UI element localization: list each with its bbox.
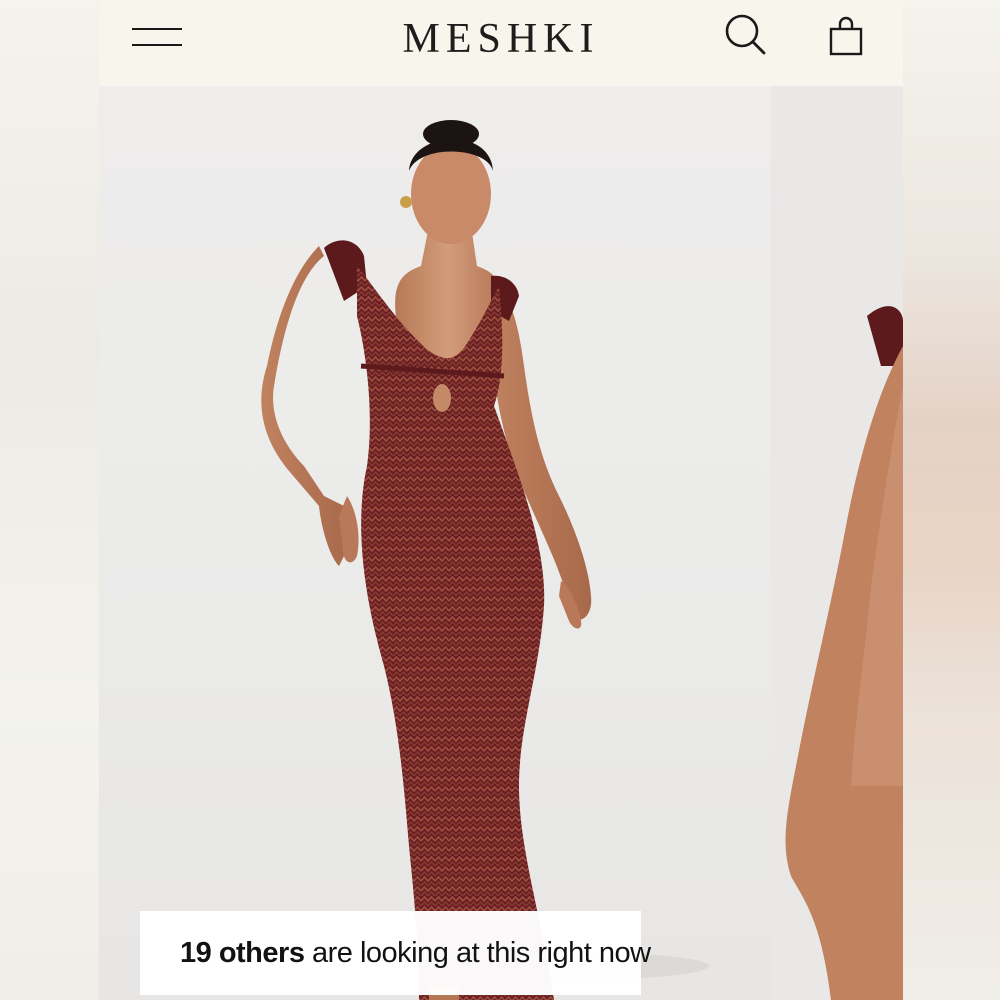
- product-image-gallery[interactable]: 19 others are looking at this right now: [99, 86, 903, 1000]
- viewer-count: 19 others: [180, 937, 305, 969]
- live-viewers-banner: 19 others are looking at this right now: [140, 911, 651, 995]
- blurred-left-backdrop: [0, 0, 99, 1000]
- search-icon: [725, 14, 766, 55]
- viewer-message: are looking at this right now: [304, 937, 651, 969]
- live-viewers-text: 19 others are looking at this right now: [140, 911, 651, 995]
- cart-button[interactable]: [824, 12, 868, 60]
- product-image-main[interactable]: [99, 86, 771, 1000]
- search-button[interactable]: [722, 10, 770, 58]
- mobile-app-frame: MESHKI 19 others are looking at this rig…: [99, 0, 903, 1000]
- blurred-right-backdrop: [903, 0, 1000, 1000]
- product-image-next-peek[interactable]: [771, 86, 903, 1000]
- site-header: MESHKI: [99, 0, 903, 86]
- brand-logo[interactable]: MESHKI: [99, 14, 903, 64]
- shopping-bag-icon: [829, 16, 863, 56]
- next-image-arm-preview: [785, 306, 903, 1000]
- model-in-dress-image: [261, 120, 709, 1000]
